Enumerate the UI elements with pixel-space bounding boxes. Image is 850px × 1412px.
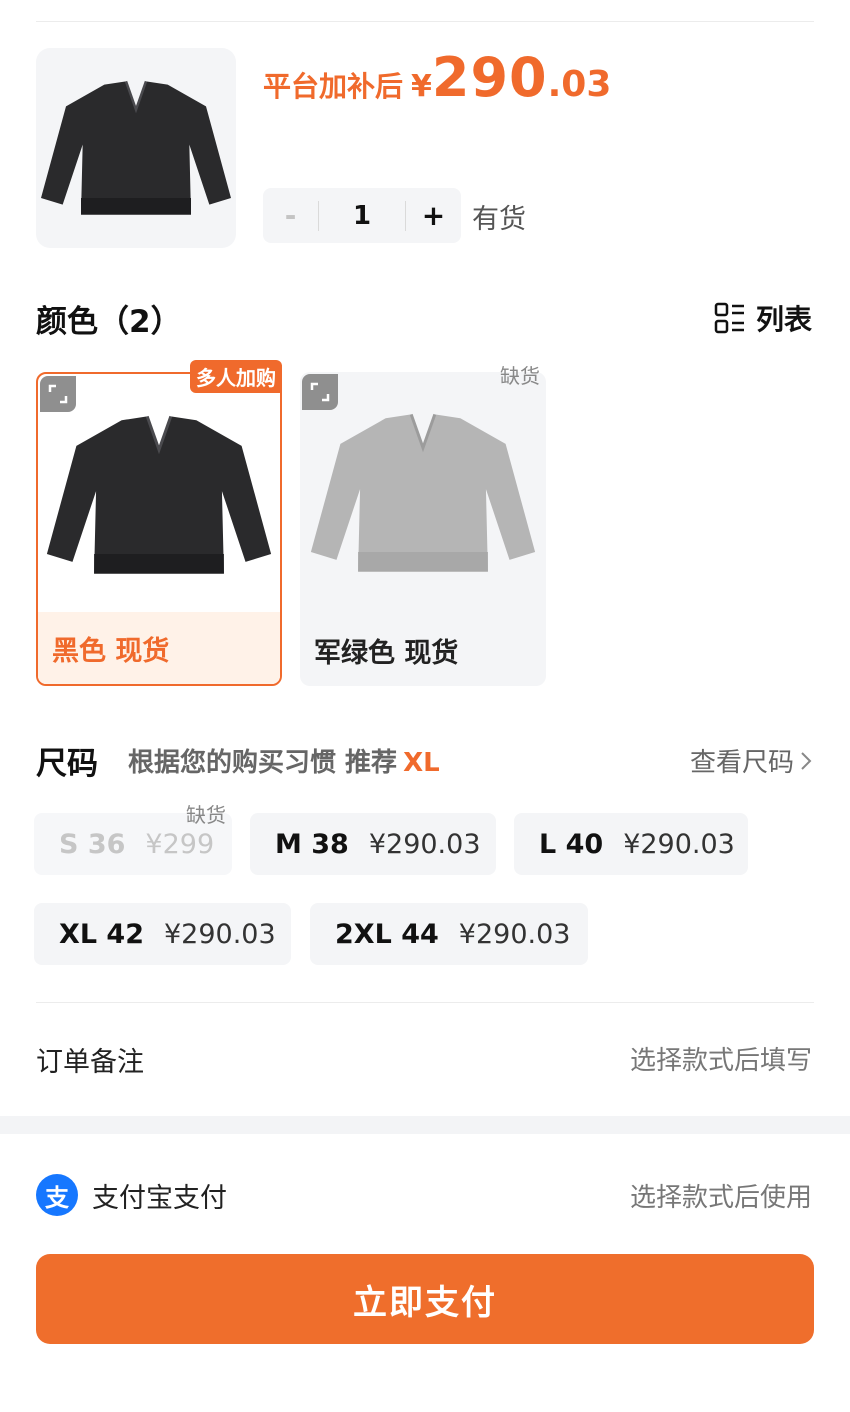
increase-button[interactable]: + bbox=[406, 188, 461, 243]
expand-icon[interactable] bbox=[302, 374, 338, 410]
top-divider bbox=[36, 21, 814, 22]
size-option-xl42[interactable]: XL 42 ¥290.03 bbox=[34, 903, 291, 965]
color-section-title: 颜色（2） bbox=[36, 304, 182, 340]
color-option-image bbox=[38, 374, 280, 616]
size-label: L 40 bbox=[539, 828, 604, 860]
price-integer: 290 bbox=[431, 46, 548, 109]
size-recommendation-text: 根据您的购买习惯 推荐 bbox=[128, 748, 398, 778]
price-currency: ¥ bbox=[411, 69, 432, 104]
size-chart-label: 查看尺码 bbox=[689, 748, 794, 778]
out-of-stock-badge: 缺货 bbox=[500, 364, 540, 388]
list-toggle-label: 列表 bbox=[755, 303, 812, 336]
order-note-input[interactable]: 选择款式后填写 bbox=[630, 1040, 812, 1077]
sweater-black-image bbox=[46, 415, 272, 574]
payment-method-hint: 选择款式后使用 bbox=[629, 1182, 812, 1213]
stock-status: 有货 bbox=[472, 204, 526, 235]
color-option-army-green[interactable]: 缺货 军绿色 现货 bbox=[300, 364, 546, 686]
size-price: ¥290.03 bbox=[623, 828, 735, 860]
list-view-toggle[interactable]: 列表 bbox=[714, 298, 812, 338]
section-separator-band bbox=[0, 1116, 850, 1134]
product-thumbnail[interactable] bbox=[36, 48, 236, 248]
order-note-label: 订单备注 bbox=[36, 1047, 144, 1078]
size-chart-link[interactable]: 查看尺码 bbox=[690, 742, 812, 779]
size-option-2xl44[interactable]: 2XL 44 ¥290.03 bbox=[310, 903, 588, 965]
recommended-size: XL bbox=[403, 748, 440, 778]
section-divider bbox=[36, 1002, 814, 1003]
color-option-image bbox=[300, 372, 546, 614]
sweater-image bbox=[41, 80, 231, 215]
list-icon bbox=[714, 302, 744, 334]
price-display: 平台加补后 ¥ 290 .03 bbox=[263, 46, 611, 109]
size-label: M 38 bbox=[275, 828, 349, 860]
color-option-black[interactable]: 多人加购 黑色 现货 bbox=[36, 360, 282, 686]
size-option-m38[interactable]: M 38 ¥290.03 bbox=[250, 813, 496, 875]
size-price: ¥299 bbox=[145, 828, 215, 860]
sweater-gray-image bbox=[310, 413, 536, 572]
expand-icon[interactable] bbox=[40, 376, 76, 412]
size-price: ¥290.03 bbox=[368, 828, 481, 860]
size-label: XL 42 bbox=[59, 918, 144, 950]
price-label: 平台加补后 bbox=[263, 70, 404, 103]
payment-method-label: 支付宝支付 bbox=[92, 1182, 227, 1214]
decrease-button[interactable]: - bbox=[263, 188, 318, 243]
size-label: S 36 bbox=[59, 828, 126, 860]
size-option-s36[interactable]: S 36 ¥299 缺货 bbox=[34, 803, 232, 875]
pay-now-button[interactable]: 立即支付 bbox=[36, 1254, 814, 1344]
size-price: ¥290.03 bbox=[458, 918, 571, 950]
out-of-stock-badge: 缺货 bbox=[186, 803, 226, 827]
payment-method-row[interactable]: 支 支付宝支付 选择款式后使用 bbox=[36, 1174, 812, 1216]
quantity-stepper: - 1 + bbox=[263, 188, 461, 243]
size-label: 2XL 44 bbox=[335, 918, 439, 950]
color-option-label: 黑色 现货 bbox=[38, 612, 280, 684]
size-recommendation: 根据您的购买习惯 推荐 XL bbox=[128, 742, 440, 779]
size-option-l40[interactable]: L 40 ¥290.03 bbox=[514, 813, 748, 875]
alipay-icon: 支 bbox=[36, 1174, 78, 1216]
chevron-right-icon bbox=[801, 751, 812, 770]
size-price: ¥290.03 bbox=[164, 918, 276, 950]
quantity-value[interactable]: 1 bbox=[319, 201, 405, 231]
price-decimal: .03 bbox=[547, 64, 612, 105]
popular-badge: 多人加购 bbox=[190, 360, 282, 393]
color-option-label: 军绿色 现货 bbox=[314, 637, 459, 669]
size-section-title: 尺码 bbox=[36, 746, 98, 782]
